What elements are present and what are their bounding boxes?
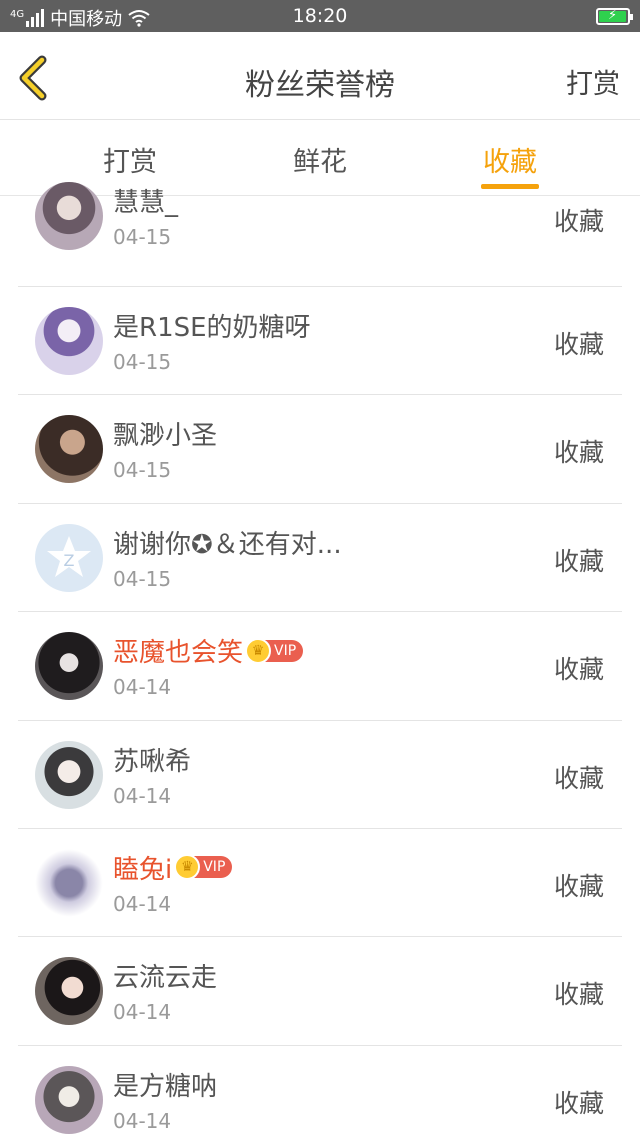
fan-list: 慧慧_ 04-15 收藏 是R1SE的奶糖呀 04-15 收藏 飘渺小圣 04-… xyxy=(18,180,622,1138)
avatar xyxy=(35,1065,103,1134)
item-date: 04-14 xyxy=(113,1108,172,1133)
avatar: Z xyxy=(35,523,103,592)
item-date: 04-15 xyxy=(113,566,172,591)
item-date: 04-14 xyxy=(113,675,172,700)
item-date: 04-15 xyxy=(113,350,172,374)
back-button[interactable] xyxy=(14,54,58,102)
user-name: 谢谢你✪＆还有对... xyxy=(113,529,342,560)
user-name: 是R1SE的奶糖呀 xyxy=(113,313,311,343)
list-item[interactable]: 是方糖呐 04-14 收藏 xyxy=(18,1046,622,1138)
user-name: 是方糖呐 xyxy=(113,1071,218,1102)
user-name: 恶魔也会笑 xyxy=(113,638,244,669)
row-action-label: 收藏 xyxy=(553,871,604,901)
avatar xyxy=(35,415,103,484)
item-date: 04-14 xyxy=(113,1000,172,1025)
avatar xyxy=(35,182,103,250)
default-avatar-icon: Z xyxy=(47,535,91,577)
item-date: 04-14 xyxy=(113,891,172,916)
list-item[interactable]: Z 谢谢你✪＆还有对... 04-15 收藏 xyxy=(18,504,622,613)
item-date: 04-14 xyxy=(113,783,172,808)
user-name: 瞌兔i xyxy=(113,854,173,885)
tab-flowers[interactable]: 鲜花 xyxy=(260,140,380,179)
avatar xyxy=(35,848,103,917)
row-action-label: 收藏 xyxy=(553,655,604,685)
list-item[interactable]: 云流云走 04-14 收藏 xyxy=(18,937,622,1046)
user-name-row: 瞌兔i ♛ VIP xyxy=(113,849,233,886)
user-name-row: 恶魔也会笑 ♛ VIP xyxy=(113,632,304,669)
user-name: 苏啾希 xyxy=(113,746,192,777)
page-title: 粉丝荣誉榜 xyxy=(245,68,395,103)
battery-charging-icon: ⚡ xyxy=(596,8,633,25)
row-action-label: 收藏 xyxy=(553,763,604,793)
avatar xyxy=(35,307,103,375)
tab-favorites[interactable]: 收藏 xyxy=(450,140,570,179)
row-action-label: 收藏 xyxy=(553,330,604,359)
svg-text:Z: Z xyxy=(64,551,75,570)
nav-header: 粉丝荣誉榜 打赏 xyxy=(0,32,640,120)
item-date: 04-15 xyxy=(113,225,172,249)
avatar xyxy=(35,740,103,809)
avatar xyxy=(35,632,103,701)
list-item[interactable]: 飘渺小圣 04-15 收藏 xyxy=(18,395,622,504)
row-action-label: 收藏 xyxy=(553,1088,604,1118)
list-item[interactable]: 苏啾希 04-14 收藏 xyxy=(18,721,622,829)
vip-badge: ♛ VIP xyxy=(245,637,304,664)
chevron-left-icon xyxy=(19,55,47,101)
reward-button[interactable]: 打赏 xyxy=(566,62,620,101)
row-action-label: 收藏 xyxy=(553,207,604,236)
list-item[interactable]: 慧慧_ 04-15 收藏 xyxy=(18,180,622,287)
list-item[interactable]: 瞌兔i ♛ VIP 04-14 收藏 xyxy=(18,829,622,938)
vip-badge: ♛ VIP xyxy=(174,854,233,881)
status-time: 18:20 xyxy=(292,5,348,27)
list-item[interactable]: 恶魔也会笑 ♛ VIP 04-14 收藏 xyxy=(18,612,622,721)
user-name: 慧慧_ xyxy=(113,188,179,218)
user-name: 云流云走 xyxy=(113,963,218,994)
row-action-label: 收藏 xyxy=(553,980,604,1010)
row-action-label: 收藏 xyxy=(553,546,604,576)
avatar xyxy=(35,957,103,1026)
user-name: 飘渺小圣 xyxy=(113,421,218,452)
list-item[interactable]: 是R1SE的奶糖呀 04-15 收藏 xyxy=(18,287,622,396)
tab-reward[interactable]: 打赏 xyxy=(70,140,190,179)
crown-icon: ♛ xyxy=(245,637,272,664)
item-date: 04-15 xyxy=(113,458,172,483)
row-action-label: 收藏 xyxy=(553,438,604,468)
status-bar: 4G 中国移动 18:20 ⚡ xyxy=(0,0,640,32)
